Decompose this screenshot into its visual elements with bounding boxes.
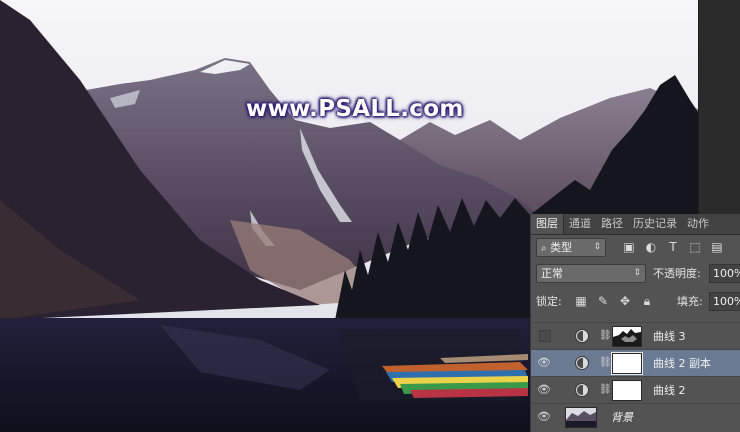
layer-name[interactable]: 曲线 2 副本 [653, 350, 711, 377]
link-chain-icon[interactable]: ⛓︎ [599, 329, 612, 343]
curves-adjustment-icon [575, 383, 589, 397]
tab-actions[interactable]: 动作 [682, 214, 714, 234]
eye-icon[interactable]: 👁︎ [537, 357, 551, 369]
layer-image-thumbnail[interactable] [565, 407, 597, 428]
fill-label: 填充: [677, 295, 703, 308]
lock-pixels-icon[interactable]: ✎ [595, 293, 611, 309]
layer-name[interactable]: 曲线 2 [653, 377, 686, 404]
shape-filter-icon[interactable]: ⬚ [687, 239, 703, 255]
layer-row-curves-2[interactable]: 👁︎ ⛓︎ 曲线 2 [531, 376, 740, 403]
type-filter-icon[interactable]: T [665, 239, 681, 255]
filter-row: ⌕ 类型 ⇕ ▣ ◐ T ⬚ ▤ [531, 236, 740, 260]
lock-label: 锁定: [536, 295, 562, 308]
link-chain-icon[interactable]: ⛓︎ [599, 356, 612, 370]
lock-transparent-icon[interactable]: ▦ [573, 293, 589, 309]
tab-history[interactable]: 历史记录 [628, 214, 682, 234]
tab-paths[interactable]: 路径 [596, 214, 628, 234]
chevron-updown-icon: ⇕ [633, 268, 641, 278]
layer-row-curves-2-copy[interactable]: 👁︎ ⛓︎ 曲线 2 副本 [531, 349, 740, 376]
fill-field[interactable]: 100% [709, 292, 740, 311]
panel-dock-strip [698, 0, 740, 214]
blend-mode-select[interactable]: 正常 ⇕ [536, 264, 646, 283]
chevron-updown-icon: ⇕ [593, 242, 601, 252]
layer-name[interactable]: 曲线 3 [653, 323, 686, 350]
curves-adjustment-icon [575, 329, 589, 343]
panel-tabs: 图层 通道 路径 历史记录 动作 [531, 214, 740, 235]
smart-object-filter-icon[interactable]: ▤ [709, 239, 725, 255]
layer-name[interactable]: 背景 [611, 404, 633, 431]
layer-row-background[interactable]: 👁︎ 背景 [531, 403, 740, 430]
blend-mode-value: 正常 [541, 267, 563, 280]
layers-panel: 图层 通道 路径 历史记录 动作 ⌕ 类型 ⇕ ▣ ◐ T ⬚ ▤ 正常 ⇕ 不… [530, 214, 740, 432]
search-icon: ⌕ [541, 243, 547, 254]
layer-mask-thumbnail[interactable] [612, 326, 642, 347]
curves-adjustment-icon [575, 356, 589, 370]
watermark-text: www.PSALL.com [246, 96, 464, 122]
image-filter-icon[interactable]: ▣ [621, 239, 637, 255]
visibility-toggle-off[interactable] [539, 330, 551, 342]
opacity-field[interactable]: 100% [709, 264, 740, 283]
layer-row-curves-3[interactable]: ⛓︎ 曲线 3 [531, 322, 740, 349]
tab-channels[interactable]: 通道 [564, 214, 596, 234]
eye-icon[interactable]: 👁︎ [537, 411, 551, 423]
eye-icon[interactable]: 👁︎ [537, 384, 551, 396]
layer-kind-label: 类型 [550, 241, 573, 254]
adjustment-filter-icon[interactable]: ◐ [643, 239, 659, 255]
lock-all-icon[interactable]: 🔒︎ [639, 293, 655, 309]
layer-kind-filter[interactable]: ⌕ 类型 ⇕ [536, 238, 606, 257]
link-chain-icon[interactable]: ⛓︎ [599, 383, 612, 397]
lock-row: 锁定: ▦ ✎ ✥ 🔒︎ 填充: 100% [531, 290, 740, 314]
lock-position-icon[interactable]: ✥ [617, 293, 633, 309]
blend-row: 正常 ⇕ 不透明度: 100% [531, 262, 740, 286]
tab-layers[interactable]: 图层 [531, 214, 564, 234]
layer-mask-thumbnail[interactable] [612, 380, 642, 401]
opacity-label: 不透明度: [653, 267, 701, 280]
layer-mask-thumbnail[interactable] [611, 352, 643, 375]
